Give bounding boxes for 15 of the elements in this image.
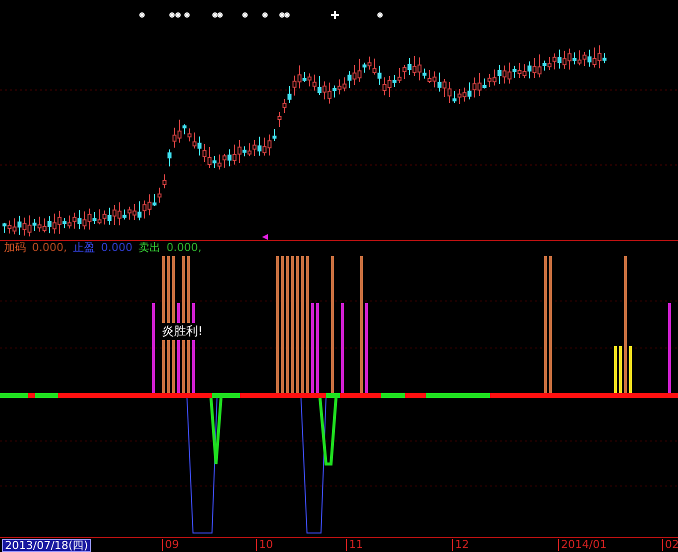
axis-tick-label: 09 [162,539,179,551]
legend-value: 0.000, [166,241,202,255]
current-date-label: 2013/07/18(四) [2,539,91,552]
axis-tick-label: 02 [662,539,678,551]
legend-value: 0.000, [32,241,67,255]
legend-label: 止盈 [73,241,95,255]
annotation-text: 炎胜利! [161,323,204,340]
legend-value: 0.000 [101,241,132,255]
axis-tick-label: 12 [452,539,469,551]
axis-tick-label: 11 [346,539,363,551]
legend-label: 卖出 [138,241,160,255]
triangle-marker-icon [262,234,268,240]
axis-tick-label: 2014/01 [558,539,607,551]
legend-label: 加码 [4,241,26,255]
axis-tick-label: 10 [256,539,273,551]
